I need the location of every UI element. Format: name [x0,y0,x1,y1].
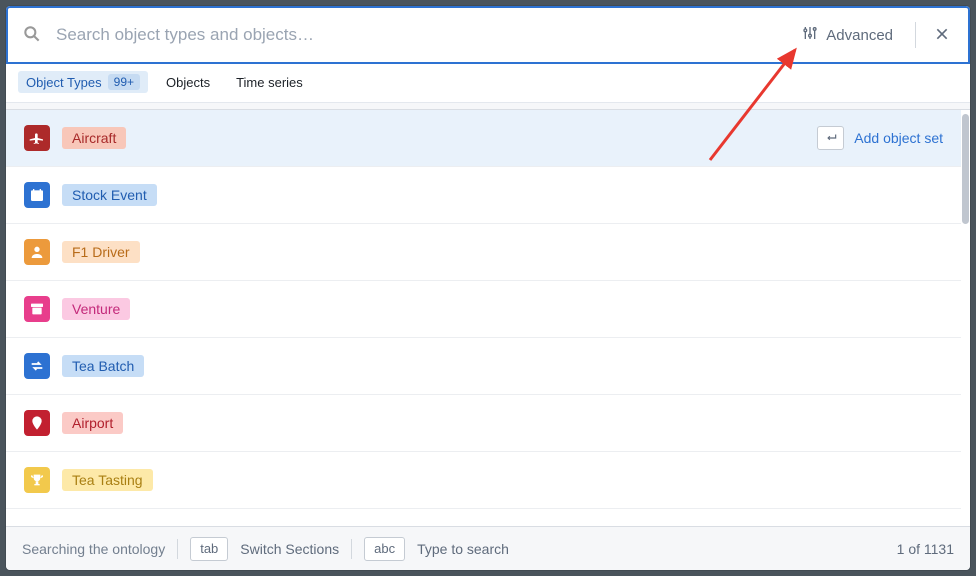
list-item-label: F1 Driver [62,241,140,263]
add-object-set-link[interactable]: Add object set [854,130,943,146]
calendar-icon [24,182,50,208]
list-item-actions: Add object set [817,126,943,150]
list-item[interactable]: Airport [6,395,961,452]
list-item[interactable]: Tea Batch [6,338,961,395]
search-icon [22,24,42,47]
person-icon [24,239,50,265]
results-list: Aircraft Add object set Stock Event [6,110,961,526]
tab-time-series[interactable]: Time series [228,72,311,93]
tab-label: Object Types [26,75,102,90]
list-item-label: Stock Event [62,184,157,206]
scrollbar-thumb[interactable] [962,114,969,224]
results-area: Aircraft Add object set Stock Event [6,109,970,526]
divider [915,22,916,48]
list-item[interactable]: Tea Tasting [6,452,961,509]
footer-counter: 1 of 1131 [897,541,954,557]
app-shell: Advanced Object Types 99+ Objects Time s… [6,6,970,570]
arrows-icon [24,353,50,379]
search-bar: Advanced [6,6,970,64]
tab-object-types[interactable]: Object Types 99+ [18,71,148,93]
archive-icon [24,296,50,322]
filter-tab-row: Object Types 99+ Objects Time series [6,64,970,103]
list-item[interactable]: F1 Driver [6,224,961,281]
enter-key-icon [817,126,844,150]
hint-type-to-search: Type to search [417,541,509,557]
hint-switch-sections: Switch Sections [240,541,339,557]
list-item-label: Aircraft [62,127,126,149]
trophy-icon [24,467,50,493]
tab-label: Objects [166,75,210,90]
list-item-label: Airport [62,412,123,434]
divider [177,539,178,559]
list-item-label: Venture [62,298,130,320]
kbd-abc: abc [364,537,405,561]
footer-status: Searching the ontology [22,541,165,557]
tab-label: Time series [236,75,303,90]
close-button[interactable] [930,22,954,49]
kbd-tab: tab [190,537,228,561]
advanced-button[interactable]: Advanced [794,21,901,49]
sliders-icon [802,25,818,45]
search-input[interactable] [56,25,780,45]
map-pin-icon [24,410,50,436]
tab-count-badge: 99+ [108,74,140,90]
plane-icon [24,125,50,151]
list-item[interactable]: Venture [6,281,961,338]
footer-bar: Searching the ontology tab Switch Sectio… [6,526,970,570]
list-item[interactable]: Aircraft Add object set [6,110,961,167]
list-item-label: Tea Batch [62,355,144,377]
list-item[interactable]: Stock Event [6,167,961,224]
tab-objects[interactable]: Objects [158,72,218,93]
scrollbar[interactable] [961,110,970,526]
divider [351,539,352,559]
advanced-button-label: Advanced [826,27,893,44]
close-icon [934,26,950,45]
list-item-label: Tea Tasting [62,469,153,491]
